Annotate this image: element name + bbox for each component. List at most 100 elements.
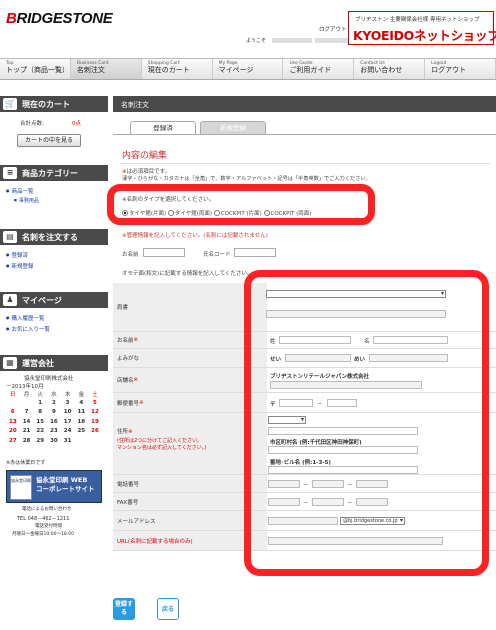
category-section-header: ≡ 商品カテゴリー xyxy=(0,165,108,181)
company-section-title: 運営会社 xyxy=(22,359,54,368)
mypage-item-favorites[interactable]: お気に入り一覧 xyxy=(6,325,51,333)
category-item-office[interactable]: 事務用品 xyxy=(14,197,39,204)
calendar-week: 13 14 15 16 17 18 19 xyxy=(6,419,102,429)
calendar-cell xyxy=(88,438,102,448)
address-label-text: 住所 xyxy=(117,429,129,435)
nav-item-jp: マイページ xyxy=(218,66,254,74)
calendar-cell: 21 xyxy=(22,428,31,434)
nav-item-jp: 名刺注文 xyxy=(76,66,105,74)
nav-item-jp: お問い合わせ xyxy=(360,66,403,74)
calendar-cell: 23 xyxy=(50,428,58,434)
bridgestone-logo[interactable]: BRIDGESTONE xyxy=(6,10,113,27)
calendar-cell: 14 xyxy=(22,418,31,425)
calendar-cell: 火 xyxy=(37,392,43,398)
nav-item-jp: ご利用ガイド xyxy=(289,66,332,74)
calendar-cell: 4 xyxy=(79,399,84,406)
category-section-title: 商品カテゴリー xyxy=(22,169,78,178)
nav-item[interactable]: Business Card 名刺注文 xyxy=(70,59,142,79)
nav-item-jp: ログアウト xyxy=(431,66,467,74)
required-mark: ※ xyxy=(128,429,133,435)
list-icon: ≡ xyxy=(3,167,17,179)
calendar-cell: 27 xyxy=(9,437,17,444)
store-label-text: 店舗名 xyxy=(117,378,134,384)
postal-label-text: 郵便番号 xyxy=(117,400,140,407)
mgmt-name-input[interactable] xyxy=(143,248,185,257)
calendar-cell: 日 xyxy=(10,392,16,398)
calendar-week: 1 2 3 4 5 xyxy=(6,400,102,410)
calendar: 日月火水木金土 1 2 3 4 5 6 7 8 9 10 11 12 13 14 15 16 17 18 19 20 21… xyxy=(6,390,102,447)
calendar-cell: 水 xyxy=(51,392,57,398)
calendar-cell: 金 xyxy=(78,392,85,398)
contact-tel: TEL 048－462－1211 xyxy=(17,516,70,522)
view-cart-button[interactable]: カートの中を見る xyxy=(17,134,81,147)
calendar-note: ※赤は休業日です xyxy=(6,460,46,466)
nav-item-jp: 現在のカート xyxy=(147,66,190,74)
building-icon: ▦ xyxy=(3,357,17,369)
calendar-cell: 6 xyxy=(10,409,15,415)
calendar-cell: 20 xyxy=(9,428,17,434)
calendar-cell: 31 xyxy=(63,437,72,444)
calendar-cell: 25 xyxy=(77,428,86,434)
category-item-all[interactable]: 商品一覧 xyxy=(6,187,34,195)
banner-line2: コーポレートサイト xyxy=(36,485,95,493)
calendar-cell: 1 xyxy=(38,399,43,406)
calendar-cell: 22 xyxy=(36,428,45,434)
shop-banner[interactable]: ブリヂストン 主要関係会社様 専用ネットショップ KYOEIDOネットショップ xyxy=(348,11,496,45)
tab-divider xyxy=(113,134,496,135)
mgmt-code-input[interactable] xyxy=(234,248,276,257)
cart-section-title: 現在のカート xyxy=(22,100,70,109)
required-note: ※は必須項目です。 xyxy=(122,167,170,175)
tab-registered[interactable]: 登録済 xyxy=(130,121,196,135)
chars-note: 漢字・ひらがな・カタカナは「全角」で、数字・アルファベット・記号は「半角英数」で… xyxy=(122,176,371,182)
nav-item[interactable]: Use Guide ご利用ガイド xyxy=(283,59,355,79)
required-mark: ※ xyxy=(139,399,144,406)
calendar-cell: 19 xyxy=(91,418,99,425)
calendar-cell: 8 xyxy=(38,409,43,415)
nav-item-jp: トップ（商品一覧） xyxy=(6,66,69,74)
nav-item[interactable]: Shopping Cart 現在のカート xyxy=(142,59,213,79)
calendar-week: 20 21 22 23 24 25 26 xyxy=(6,428,102,438)
calendar-cell: 2 xyxy=(51,399,56,406)
mypage-item-history[interactable]: 購入履歴一覧 xyxy=(6,314,45,322)
tab-new[interactable]: 新規登録 xyxy=(200,121,266,135)
contact-line1: 電話によるお問い合わせ xyxy=(22,507,72,512)
calendar-cell: 12 xyxy=(91,409,99,415)
calendar-cell: 29 xyxy=(36,437,45,444)
logout-link[interactable]: ログアウト xyxy=(319,25,347,33)
nav-item[interactable]: Contact Us お問い合わせ xyxy=(354,59,426,79)
register-button[interactable]: 登録する xyxy=(113,598,135,620)
calendar-cell: 7 xyxy=(24,409,29,415)
back-button[interactable]: 戻る xyxy=(157,598,179,620)
calendar-cell: 土 xyxy=(92,392,98,398)
calendar-weekdays: 日月火水木金土 xyxy=(6,390,102,400)
nav-item[interactable]: Logout ログアウト xyxy=(425,59,496,79)
banner-text: 協永堂印刷 WEB コーポレートサイト xyxy=(36,476,95,494)
mypage-section-header: ♟ マイページ xyxy=(0,292,108,308)
welcome-prefix: ようこそ xyxy=(246,38,267,44)
calendar-cell: 9 xyxy=(51,409,56,415)
nav-item[interactable]: My Page マイページ xyxy=(213,59,284,79)
required-mark: ※ xyxy=(133,377,139,383)
calendar-week: 27 28 29 30 31 xyxy=(6,438,102,448)
mgmt-code-label: 氏名コード xyxy=(203,252,231,258)
order-item-registered[interactable]: 登録済 xyxy=(6,251,29,259)
contact-hours-label: 電話受付時間 xyxy=(35,524,62,529)
nav-item[interactable]: Top トップ（商品一覧） xyxy=(0,59,71,79)
calendar-cell: 17 xyxy=(63,418,72,425)
calendar-cell: 26 xyxy=(91,428,99,434)
order-section-header: ▤ 名刺を注文する xyxy=(0,229,108,245)
required-mark: ※ xyxy=(133,337,139,343)
calendar-cell: 15 xyxy=(36,418,45,425)
mgmt-name-label: お名前 xyxy=(122,252,139,258)
calendar-title: －2013年10月 xyxy=(6,384,44,390)
mgmt-note: ※管理情報を記入してください。(名刺には記載されません) xyxy=(122,233,268,239)
calendar-cell: 30 xyxy=(50,437,58,444)
order-item-new[interactable]: 新規登録 xyxy=(6,262,34,270)
corporate-site-banner[interactable]: 協永堂印刷 協永堂印刷 WEB コーポレートサイト xyxy=(6,470,102,503)
calendar-cell: 13 xyxy=(9,418,17,425)
calendar-cell: 木 xyxy=(64,392,71,398)
calendar-cell: 28 xyxy=(22,437,31,444)
cart-count-value: 0点 xyxy=(72,121,81,127)
calendar-cell: 16 xyxy=(50,418,58,425)
calendar-cell xyxy=(74,438,88,448)
